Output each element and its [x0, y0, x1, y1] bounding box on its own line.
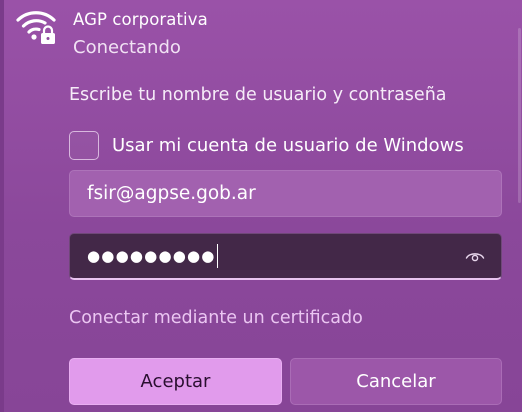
wifi-secured-icon	[16, 11, 56, 44]
network-auth-panel: AGP corporativa Conectando Escribe tu no…	[0, 0, 522, 412]
use-windows-account-label: Usar mi cuenta de usuario de Windows	[112, 134, 464, 156]
use-windows-account-option[interactable]: Usar mi cuenta de usuario de Windows	[69, 130, 464, 160]
panel-edge	[0, 0, 4, 412]
password-input[interactable]: ●●●●●●●●●	[69, 233, 502, 280]
connection-status: Conectando	[73, 37, 181, 58]
accept-button[interactable]: Aceptar	[69, 358, 282, 405]
use-windows-account-checkbox[interactable]	[69, 130, 99, 160]
username-value: fsir@agpse.gob.ar	[87, 183, 256, 204]
text-caret	[216, 244, 219, 268]
eye-icon[interactable]	[465, 248, 485, 264]
connect-with-certificate-link[interactable]: Conectar mediante un certificado	[69, 308, 363, 328]
network-name: AGP corporativa	[73, 10, 208, 29]
scrollbar-thumb[interactable]	[518, 28, 521, 203]
scrollbar[interactable]	[516, 0, 522, 412]
username-input[interactable]: fsir@agpse.gob.ar	[69, 170, 502, 217]
credentials-prompt: Escribe tu nombre de usuario y contraseñ…	[69, 85, 447, 105]
cancel-button[interactable]: Cancelar	[290, 358, 502, 405]
password-value: ●●●●●●●●●	[87, 247, 216, 265]
